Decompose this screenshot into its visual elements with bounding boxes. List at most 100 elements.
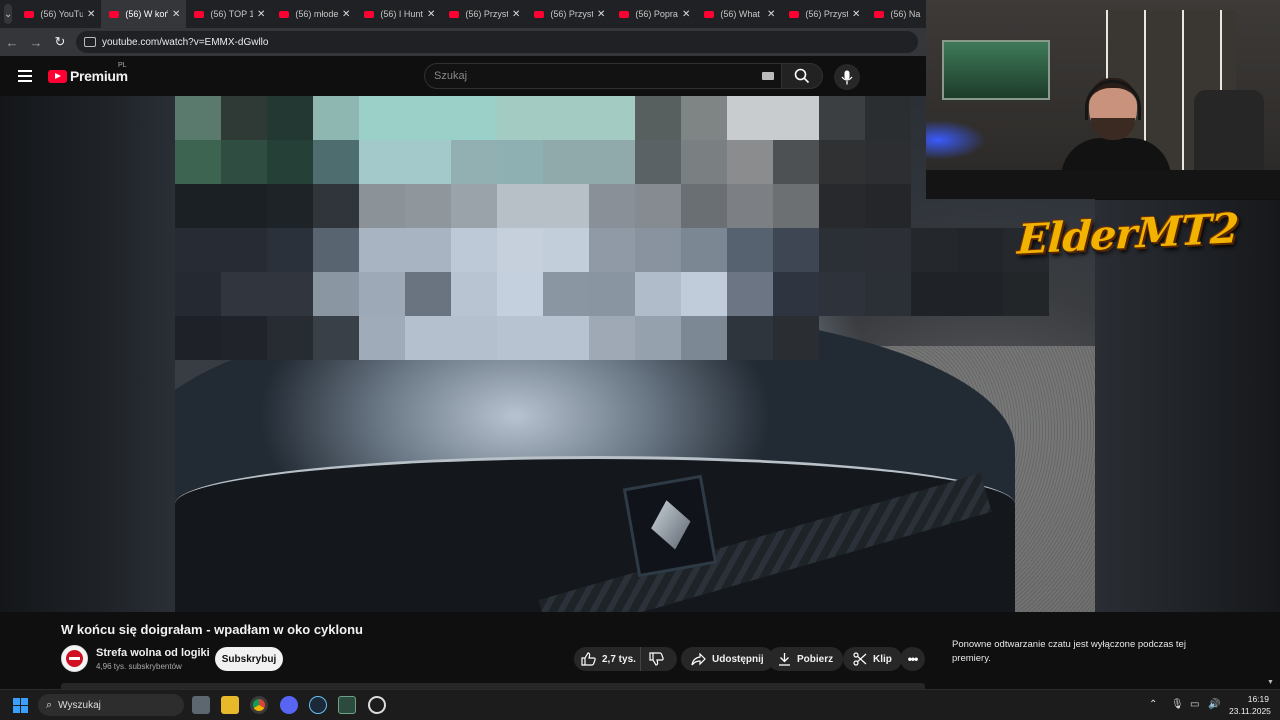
brand-logo-text: ElderMT2	[1016, 204, 1240, 264]
task-view-icon[interactable]	[192, 696, 210, 714]
close-tab-icon[interactable]: ✕	[852, 9, 860, 20]
youtube-favicon-icon	[789, 10, 800, 18]
voice-search-button[interactable]	[834, 64, 860, 90]
terminal-icon[interactable]	[338, 696, 356, 714]
tray-network-icon[interactable]: ▭	[1190, 699, 1199, 710]
microphone-icon	[841, 70, 853, 84]
discord-icon[interactable]	[280, 696, 298, 714]
close-tab-icon[interactable]: ✕	[512, 9, 520, 20]
tray-microphone-icon[interactable]: 🎙	[1171, 699, 1184, 710]
clip-button[interactable]: Klip	[843, 647, 902, 671]
download-label: Pobierz	[797, 653, 834, 665]
youtube-premium-logo[interactable]: Premium PL	[48, 62, 128, 84]
led-light	[926, 120, 986, 160]
channel-avatar[interactable]	[61, 645, 88, 672]
scroll-down-icon[interactable]: ▼	[1267, 679, 1274, 686]
browser-tab[interactable]: (56) W końcu ✕	[101, 0, 187, 28]
download-button[interactable]: Pobierz	[768, 647, 844, 671]
more-actions-button[interactable]: •••	[900, 647, 925, 671]
close-tab-icon[interactable]: ✕	[257, 9, 265, 20]
youtube-header: Premium PL Szukaj	[0, 56, 926, 96]
close-tab-icon[interactable]: ✕	[87, 9, 95, 20]
browser-tab[interactable]: (56) I Hunt ✕	[356, 0, 441, 28]
tab-title: (56) Przysta	[805, 9, 848, 19]
menu-icon[interactable]	[18, 67, 32, 85]
scissors-icon	[853, 652, 867, 666]
file-explorer-icon[interactable]	[221, 696, 239, 714]
site-info-icon[interactable]	[84, 37, 96, 47]
browser-tab[interactable]: (56) TOP 1 ✕	[186, 0, 271, 28]
thumbs-up-icon	[581, 652, 596, 666]
windows-start-icon[interactable]	[13, 698, 28, 713]
tab-search-dropdown[interactable]: ⌄	[4, 4, 13, 24]
tab-title: (56) TOP 1	[210, 9, 253, 19]
aquarium	[942, 40, 1050, 100]
tab-title: (56) What	[720, 9, 760, 19]
browser-tab[interactable]: (56) Przysta ✕	[526, 0, 611, 28]
close-tab-icon[interactable]: ✕	[682, 9, 690, 20]
taskbar-clock[interactable]: 16:19 23.11.2025	[1229, 693, 1271, 717]
youtube-favicon-icon	[619, 10, 630, 18]
browser-tab[interactable]: (56) Popra ✕	[611, 0, 696, 28]
url-text: youtube.com/watch?v=EMMX-dGwllo	[102, 36, 269, 48]
browser-tab[interactable]: (56) Przysta ✕	[441, 0, 526, 28]
keyboard-icon[interactable]	[762, 72, 774, 80]
obs-icon[interactable]	[368, 696, 386, 714]
browser-tab[interactable]: (56) młode ✕	[271, 0, 356, 28]
subscribe-button[interactable]: Subskrybuj	[215, 647, 283, 671]
like-count: 2,7 tys.	[602, 653, 636, 665]
youtube-favicon-icon	[874, 10, 885, 18]
close-tab-icon[interactable]: ✕	[342, 9, 350, 20]
like-dislike-group: 2,7 tys.	[574, 647, 677, 671]
tab-title: (56) Przysta	[550, 9, 593, 19]
youtube-favicon-icon	[194, 10, 205, 18]
browser-tab[interactable]: (56) YouTube ✕	[16, 0, 101, 28]
desk	[926, 170, 1280, 199]
youtube-favicon-icon	[704, 10, 715, 18]
close-tab-icon[interactable]: ✕	[767, 9, 775, 20]
tray-volume-icon[interactable]: 🔊	[1208, 699, 1220, 710]
tab-title: (56) młode	[295, 9, 338, 19]
close-tab-icon[interactable]: ✕	[172, 9, 180, 20]
arrow-right-icon: →	[29, 34, 43, 50]
chat-replay-notice: Ponowne odtwarzanie czatu jest wyłączone…	[952, 639, 1186, 664]
reload-button[interactable]: ↻	[48, 34, 72, 50]
youtube-favicon-icon	[534, 10, 545, 18]
share-button[interactable]: Udostępnij	[681, 647, 774, 671]
region-code: PL	[118, 62, 127, 69]
address-bar[interactable]: youtube.com/watch?v=EMMX-dGwllo	[76, 31, 918, 53]
clip-label: Klip	[873, 653, 892, 665]
browser-tab-strip: ⌄ (56) YouTube✕(56) W końcu✕(56) TOP 1✕(…	[0, 0, 945, 28]
channel-name[interactable]: Strefa wolna od logiki	[96, 647, 210, 659]
thumbs-down-icon	[648, 652, 664, 666]
back-button[interactable]: ←	[0, 35, 24, 50]
arrow-left-icon: ←	[5, 34, 19, 50]
close-tab-icon[interactable]: ✕	[427, 9, 435, 20]
logo-text: Premium	[70, 68, 128, 84]
search-input[interactable]: Szukaj	[424, 63, 787, 89]
search-icon: ⌕	[46, 698, 53, 711]
share-icon	[691, 652, 706, 665]
windows-taskbar: ⌕ Wyszukaj ⌃ 🎙 ▭ 🔊 16:19 23.11.2025	[0, 689, 1280, 720]
steam-icon[interactable]	[309, 696, 327, 714]
tray-chevron-up-icon[interactable]: ⌃	[1149, 699, 1157, 710]
subscriber-count: 4,96 tys. subskrybentów	[96, 662, 182, 671]
like-button[interactable]: 2,7 tys.	[574, 647, 641, 671]
taskbar-search[interactable]: ⌕ Wyszukaj	[38, 694, 184, 716]
browser-tab[interactable]: (56) Przysta ✕	[781, 0, 866, 28]
chrome-icon[interactable]	[250, 696, 268, 714]
dislike-button[interactable]	[641, 647, 677, 671]
car-emblem	[622, 474, 718, 578]
clock-date: 23.11.2025	[1229, 706, 1271, 716]
close-tab-icon[interactable]: ✕	[597, 9, 605, 20]
youtube-favicon-icon	[109, 10, 120, 18]
youtube-favicon-icon	[449, 10, 460, 18]
tab-title: (56) YouTube	[40, 9, 83, 19]
search-button[interactable]	[781, 63, 823, 89]
tab-title: (56) W końcu	[125, 9, 168, 19]
forward-button[interactable]: →	[24, 35, 48, 50]
taskbar-search-placeholder: Wyszukaj	[58, 699, 101, 711]
browser-tab[interactable]: (56) What ✕	[696, 0, 781, 28]
tab-title: (56) I Hunt	[380, 9, 423, 19]
download-icon	[779, 653, 790, 666]
